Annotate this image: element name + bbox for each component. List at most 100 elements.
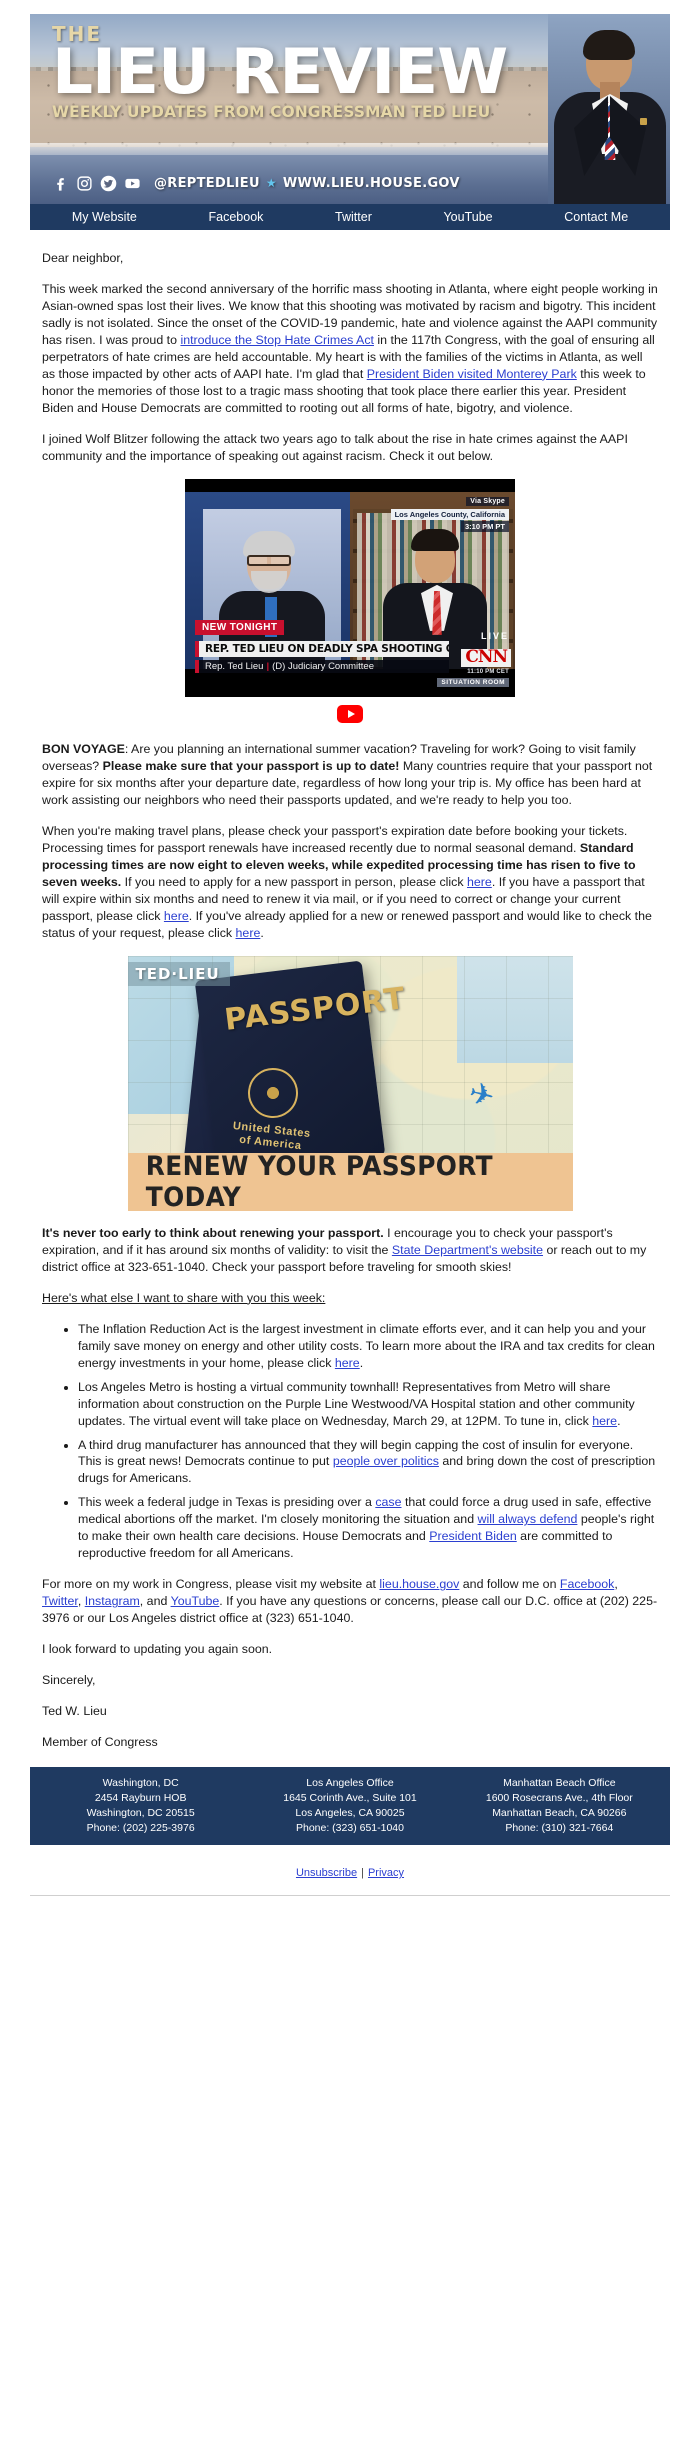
list-item: The Inflation Reduction Act is the large… — [78, 1321, 658, 1372]
youtube-icon[interactable] — [124, 175, 141, 192]
cnn-video-embed[interactable]: Via Skype Los Angeles County, California… — [42, 478, 658, 697]
p3-bold: Please make sure that your passport is u… — [102, 758, 400, 773]
link-metro-townhall-here[interactable]: here — [592, 1414, 617, 1428]
office-name: Los Angeles Office — [306, 1777, 394, 1790]
office-address-line1: 1645 Corinth Ave., Suite 101 — [283, 1792, 417, 1805]
list-item: Los Angeles Metro is hosting a virtual c… — [78, 1379, 658, 1430]
p5-bold: It's never too early to think about rene… — [42, 1225, 384, 1240]
social-bar: @REPTEDLIEU ★ WWW.LIEU.HOUSE.GOV — [52, 175, 460, 192]
bullet1-text-a: The Inflation Reduction Act is the large… — [78, 1321, 655, 1370]
bullet1-text-b: . — [359, 1355, 364, 1370]
link-lieu-house-gov[interactable]: lieu.house.gov — [379, 1577, 459, 1591]
paragraph-wolf-blitzer: I joined Wolf Blitzer following the atta… — [42, 431, 628, 463]
video-cet-time: 11:10 PM CET — [467, 668, 509, 675]
link-will-always-defend[interactable]: will always defend — [478, 1512, 578, 1526]
paragraph-look-forward: I look forward to updating you again soo… — [42, 1642, 273, 1657]
p4-text-e: . — [260, 925, 264, 940]
instagram-icon[interactable] — [76, 175, 93, 192]
paragraph-renew-encouragement: It's never too early to think about rene… — [42, 1225, 658, 1276]
video-live-badge: LIVE — [480, 630, 509, 641]
handle-text: @REPTEDLIEU — [154, 176, 260, 191]
salutation: Dear neighbor, — [42, 251, 124, 265]
office-phone: Phone: (323) 651-1040 — [295, 1822, 404, 1834]
link-biden-monterey-park[interactable]: President Biden visited Monterey Park — [367, 367, 577, 381]
link-apply-in-person-here[interactable]: here — [467, 875, 492, 889]
facebook-icon[interactable] — [52, 175, 69, 192]
p4-text-a: When you're making travel plans, please … — [42, 823, 628, 855]
office-phone: Phone: (202) 225-3976 — [86, 1822, 195, 1834]
link-youtube[interactable]: YouTube — [171, 1594, 220, 1608]
video-guest-separator: | — [266, 660, 270, 672]
office-manhattan-beach: Manhattan Beach Office 1600 Rosecrans Av… — [455, 1776, 664, 1836]
paragraph-atlanta-anniversary: This week marked the second anniversary … — [42, 281, 658, 417]
paragraph-processing-times: When you're making travel plans, please … — [42, 823, 658, 942]
link-ira-here[interactable]: here — [335, 1356, 360, 1370]
nav-item-contact-me[interactable]: Contact Me — [560, 210, 632, 224]
paragraph-bon-voyage: BON VOYAGE: Are you planning an internat… — [42, 741, 658, 809]
office-address-line1: 1600 Rosecrans Ave., 4th Floor — [485, 1792, 633, 1805]
office-address-line1: 2454 Rayburn HOB — [94, 1792, 187, 1805]
sincerely: Sincerely, — [42, 1673, 96, 1688]
link-renew-by-mail-here[interactable]: here — [164, 909, 189, 923]
video-guest-name: Rep. Ted Lieu — [205, 660, 264, 672]
twitter-icon[interactable] — [100, 175, 117, 192]
video-via-skype-label: Via Skype — [466, 496, 509, 506]
office-address-line2: Los Angeles, CA 90025 — [295, 1807, 405, 1820]
cnn-video-thumbnail[interactable]: Via Skype Los Angeles County, California… — [185, 478, 515, 697]
privacy-link[interactable]: Privacy — [368, 1867, 404, 1879]
video-new-tonight-badge: NEW TONIGHT — [195, 619, 285, 635]
ted-lieu-watermark: TED·LIEU — [127, 961, 230, 986]
video-headline-chyron: REP. TED LIEU ON DEADLY SPA SHOOTING OF … — [195, 640, 449, 657]
list-item: A third drug manufacturer has announced … — [78, 1437, 658, 1488]
signature-name: Ted W. Lieu — [42, 1704, 107, 1719]
nav-item-my-website[interactable]: My Website — [68, 210, 141, 224]
navigation-bar: My Website Facebook Twitter YouTube Cont… — [30, 204, 670, 230]
youtube-play-button-row[interactable] — [42, 704, 658, 723]
weekly-updates-list: The Inflation Reduction Act is the large… — [42, 1321, 658, 1563]
nav-item-facebook[interactable]: Facebook — [205, 210, 268, 224]
nav-item-youtube[interactable]: YouTube — [439, 210, 496, 224]
office-los-angeles: Los Angeles Office 1645 Corinth Ave., Su… — [245, 1776, 454, 1836]
star-separator-icon: ★ — [265, 176, 277, 190]
subscription-footer: Unsubscribe | Privacy — [30, 1845, 670, 1889]
header-banner: THE LIEU REVIEW WEEKLY UPDATES FROM CONG… — [30, 14, 670, 204]
footer-separator: | — [361, 1866, 364, 1879]
office-phone: Phone: (310) 321-7664 — [505, 1822, 614, 1834]
youtube-play-icon[interactable] — [337, 704, 363, 723]
passport-image: PASSPORT United States of America ✈ TED·L… — [127, 955, 573, 1211]
link-twitter[interactable]: Twitter — [42, 1594, 78, 1608]
renew-passport-text: RENEW YOUR PASSPORT TODAY — [145, 1150, 493, 1211]
link-case[interactable]: case — [375, 1495, 401, 1509]
paragraph-closing-follow: For more on my work in Congress, please … — [42, 1577, 658, 1626]
video-guest-title: (D) Judiciary Committee — [272, 660, 375, 672]
signature-title: Member of Congress — [42, 1735, 158, 1750]
nav-item-twitter[interactable]: Twitter — [331, 210, 376, 224]
link-state-department-website[interactable]: State Department's website — [392, 1243, 543, 1257]
congressman-portrait — [548, 14, 670, 204]
bullet2-text-b: . — [617, 1413, 621, 1428]
website-text: WWW.LIEU.HOUSE.GOV — [282, 176, 460, 191]
office-name: Washington, DC — [102, 1777, 179, 1790]
bullet4-text-a: This week a federal judge in Texas is pr… — [78, 1495, 376, 1510]
video-time-label: 3:10 PM PT — [460, 520, 509, 532]
cnn-logo: CNN — [461, 648, 511, 667]
bon-voyage-label: BON VOYAGE — [42, 741, 125, 756]
link-instagram[interactable]: Instagram — [85, 1594, 140, 1608]
link-facebook[interactable]: Facebook — [560, 1577, 614, 1591]
link-people-over-politics[interactable]: people over politics — [333, 1454, 439, 1468]
office-footer: Washington, DC 2454 Rayburn HOB Washingt… — [30, 1767, 670, 1845]
share-heading-text: Here's what else I want to share with yo… — [42, 1290, 326, 1305]
video-location-label: Los Angeles County, California — [390, 508, 509, 520]
closing-text-a: For more on my work in Congress, please … — [42, 1577, 380, 1592]
link-president-biden[interactable]: President Biden — [429, 1529, 516, 1543]
renew-passport-banner: RENEW YOUR PASSPORT TODAY — [127, 1150, 573, 1211]
bullet2-text-a: Los Angeles Metro is hosting a virtual c… — [78, 1379, 635, 1428]
office-washington-dc: Washington, DC 2454 Rayburn HOB Washingt… — [36, 1776, 245, 1836]
unsubscribe-link[interactable]: Unsubscribe — [296, 1867, 357, 1879]
p4-text-b: If you need to apply for a new passport … — [121, 874, 467, 889]
newsletter-page: THE LIEU REVIEW WEEKLY UPDATES FROM CONG… — [0, 14, 700, 1916]
office-address-line2: Washington, DC 20515 — [86, 1807, 195, 1820]
link-stop-hate-crimes-act[interactable]: introduce the Stop Hate Crimes Act — [180, 333, 374, 347]
link-check-status-here[interactable]: here — [236, 926, 261, 940]
video-show-badge: SITUATION ROOM — [437, 677, 509, 687]
